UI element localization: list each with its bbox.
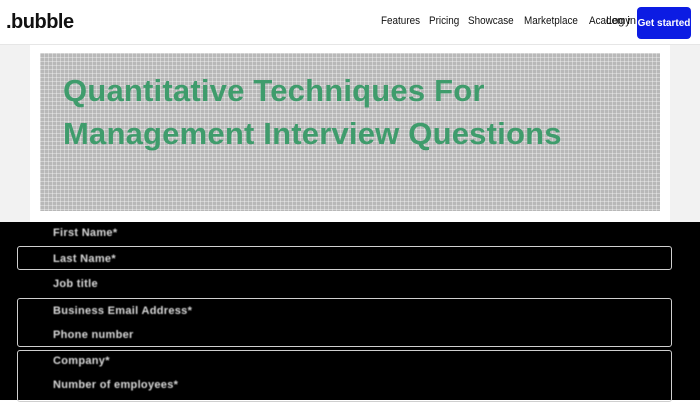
top-navbar: .bubble Features Pricing Showcase Market… xyxy=(0,0,700,45)
field-label-company: Company* xyxy=(53,355,110,367)
nav-link-showcase[interactable]: Showcase xyxy=(468,15,514,27)
signup-form: First Name* Last Name* Job title Busines… xyxy=(0,222,700,402)
form-field-box[interactable] xyxy=(17,350,672,402)
nav-link-marketplace[interactable]: Marketplace xyxy=(524,15,578,27)
nav-link-features[interactable]: Features xyxy=(381,15,420,27)
hero-title: Quantitative Techniques For Management I… xyxy=(63,73,562,151)
login-link[interactable]: Log in xyxy=(606,15,636,27)
hero-image: Quantitative Techniques For Management I… xyxy=(40,53,660,211)
field-label-business-email: Business Email Address* xyxy=(53,305,193,317)
field-label-number-of-employees: Number of employees* xyxy=(53,379,179,391)
field-label-last-name: Last Name* xyxy=(53,253,116,265)
bubble-logo[interactable]: .bubble xyxy=(6,11,74,34)
nav-link-pricing[interactable]: Pricing xyxy=(429,15,459,27)
get-started-button[interactable]: Get started xyxy=(637,7,691,39)
field-label-first-name: First Name* xyxy=(53,227,118,239)
field-label-phone-number: Phone number xyxy=(53,329,134,341)
nav-links: Features Pricing Showcase Marketplace Ac… xyxy=(381,15,635,27)
field-label-job-title: Job title xyxy=(53,278,98,290)
